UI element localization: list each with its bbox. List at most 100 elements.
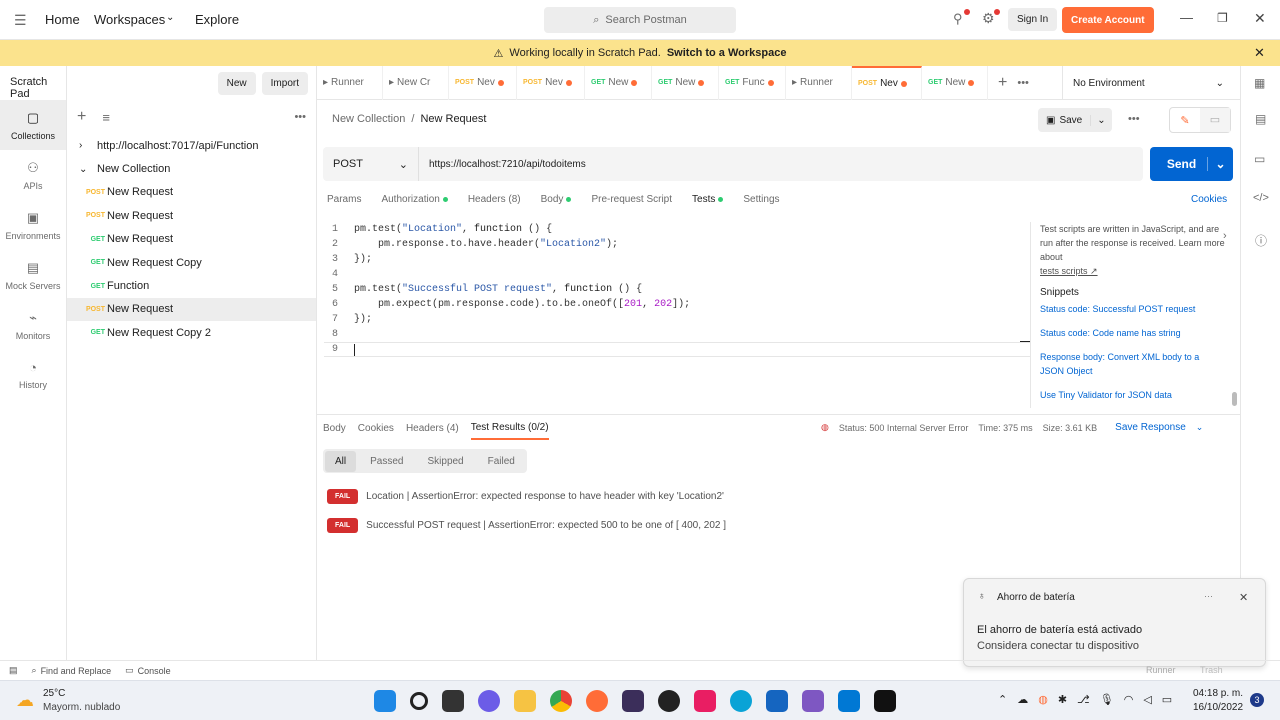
cookies-link[interactable]: Cookies — [1191, 194, 1227, 205]
request-tab[interactable]: ▸ New Cr — [383, 65, 449, 100]
obs-icon[interactable] — [658, 690, 680, 712]
rail-history[interactable]: ◔ History — [0, 350, 66, 400]
environment-select[interactable]: No Environment ⌄ — [1062, 66, 1232, 100]
edit-icon[interactable]: ✎ — [1170, 114, 1200, 127]
console-button[interactable]: Console — [138, 666, 171, 676]
trash-button[interactable]: Trash — [1200, 665, 1223, 675]
clock-time[interactable]: 04:18 p. m. — [1193, 688, 1243, 699]
rail-environments[interactable]: ▣ Environments — [0, 200, 66, 250]
battery-icon[interactable]: ▭ — [1162, 693, 1172, 706]
close-icon[interactable]: ✕ — [1239, 591, 1248, 604]
windows-start-icon[interactable] — [374, 690, 396, 712]
more-icon[interactable]: ••• — [1017, 77, 1029, 89]
request-tab[interactable]: ▸ Runner — [786, 65, 852, 100]
save-response-button[interactable]: Save Response — [1115, 422, 1186, 433]
rail-monitors[interactable]: ⌁ Monitors — [0, 300, 66, 350]
notification-badge[interactable]: 3 — [1250, 693, 1264, 707]
mail-icon[interactable] — [766, 690, 788, 712]
edge-icon[interactable] — [730, 690, 752, 712]
breadcrumb-collection[interactable]: New Collection — [332, 113, 405, 125]
response-tab[interactable]: Test Results (0/2) — [470, 422, 549, 440]
url-input[interactable]: https://localhost:7210/api/todoitems — [419, 159, 586, 170]
request-tab-authorization[interactable]: Authorization — [381, 194, 448, 205]
chat-icon[interactable] — [478, 690, 500, 712]
documentation-icon[interactable]: ▤ — [1255, 112, 1266, 126]
wifi-icon[interactable]: ◠ — [1124, 693, 1134, 706]
close-icon[interactable]: ✕ — [1254, 45, 1265, 61]
filter-icon[interactable]: ≡ — [102, 110, 110, 125]
toggle-sidebar-icon[interactable]: ▤ — [9, 665, 18, 676]
search-icon[interactable] — [410, 692, 428, 710]
create-account-button[interactable]: Create Account — [1062, 7, 1154, 33]
terminal-icon[interactable] — [622, 690, 644, 712]
runner-button[interactable]: Runner — [1146, 665, 1176, 675]
minimize-icon[interactable]: — — [1180, 10, 1193, 25]
add-tab-icon[interactable]: + — [998, 74, 1007, 92]
send-button[interactable]: Send ⌄ — [1150, 147, 1233, 181]
new-button[interactable]: New — [217, 71, 256, 95]
tree-item[interactable]: ⌄ New Collection — [67, 157, 316, 180]
request-tab[interactable]: GET New — [922, 65, 988, 100]
rail-collections[interactable]: ▢ Collections — [0, 100, 66, 150]
switch-workspace-link[interactable]: Switch to a Workspace — [667, 47, 787, 59]
response-tab[interactable]: Cookies — [358, 423, 394, 439]
request-tab[interactable]: POST Nev — [517, 65, 585, 100]
request-tab-body[interactable]: Body — [541, 194, 572, 205]
notification-toast[interactable]: ♁ Ahorro de batería ··· ✕ El ahorro de b… — [963, 578, 1266, 667]
cloud-icon[interactable]: ☁ — [1017, 693, 1028, 706]
chevron-down-icon[interactable]: ⌄ — [1091, 115, 1111, 126]
snipping-tool-icon[interactable] — [694, 690, 716, 712]
vscode-icon[interactable] — [838, 690, 860, 712]
comment-icon[interactable]: ▭ — [1200, 108, 1230, 132]
close-icon[interactable]: ✕ — [1254, 10, 1266, 27]
tests-scripts-link[interactable]: tests scripts ↗ — [1040, 266, 1098, 276]
explore-link[interactable]: Explore — [195, 12, 239, 27]
satellite-icon[interactable]: ⚲ — [953, 11, 963, 27]
request-tab-pre-request-script[interactable]: Pre-request Script — [591, 194, 672, 205]
request-tab-tests[interactable]: Tests — [692, 194, 724, 205]
request-tab-headers-[interactable]: Headers (8) — [468, 194, 521, 205]
postman-icon[interactable] — [586, 690, 608, 712]
filter-failed[interactable]: Failed — [478, 451, 525, 472]
view-toggle[interactable]: ✎ ▭ — [1169, 107, 1231, 133]
save-button[interactable]: ▣ Save ⌄ — [1038, 108, 1112, 132]
menu-icon[interactable]: ☰ — [14, 12, 27, 29]
request-tab[interactable]: GET Func — [719, 65, 786, 100]
add-icon[interactable]: + — [77, 108, 86, 126]
find-replace-button[interactable]: Find and Replace — [41, 666, 112, 676]
response-tab[interactable]: Body — [323, 423, 346, 439]
maximize-icon[interactable]: ❐ — [1217, 11, 1228, 25]
tests-editor[interactable]: 1 pm.test("Location", function () {2 pm.r… — [324, 222, 1030, 408]
tree-item[interactable]: GET Function — [67, 274, 316, 297]
filter-passed[interactable]: Passed — [360, 451, 413, 472]
weather-icon[interactable]: ☁ — [16, 690, 34, 711]
chevron-right-icon[interactable]: › — [79, 140, 97, 151]
request-tab[interactable]: GET New — [652, 65, 719, 100]
request-tab[interactable]: ▸ Runner — [317, 65, 383, 100]
resize-handle[interactable] — [1020, 341, 1030, 342]
chrome-icon[interactable] — [550, 690, 572, 712]
tree-item[interactable]: GET New Request Copy 2 — [67, 321, 316, 344]
usb-icon[interactable]: ⎇ — [1077, 693, 1090, 706]
more-icon[interactable]: ··· — [1204, 591, 1213, 601]
clock-date[interactable]: 16/10/2022 — [1193, 702, 1243, 713]
snippet-link[interactable]: Status code: Code name has string — [1040, 326, 1225, 340]
workspaces-menu[interactable]: Workspaces — [94, 12, 165, 27]
tree-item[interactable]: GET New Request — [67, 228, 316, 251]
tree-item[interactable]: › http://localhost:7017/api/Function — [67, 134, 316, 157]
response-tab[interactable]: Headers (4) — [406, 423, 459, 439]
scrollbar[interactable] — [1232, 392, 1237, 406]
method-select[interactable]: POST ⌄ — [323, 147, 419, 181]
tree-item[interactable]: GET New Request Copy — [67, 251, 316, 274]
snippet-link[interactable]: Use Tiny Validator for JSON data — [1040, 388, 1225, 402]
postman-tray-icon[interactable]: ◍ — [1038, 693, 1048, 706]
snippet-link[interactable]: Status code: Successful POST request — [1040, 302, 1225, 316]
rail-mock-servers[interactable]: ▤ Mock Servers — [0, 250, 66, 300]
filter-skipped[interactable]: Skipped — [417, 451, 473, 472]
chevron-down-icon[interactable]: ⌄ — [1196, 422, 1204, 433]
filter-all[interactable]: All — [325, 450, 357, 472]
environment-quicklook-icon[interactable]: ▦ — [1254, 76, 1265, 90]
more-icon[interactable]: ••• — [1128, 113, 1140, 125]
request-tab[interactable]: GET New — [585, 65, 652, 100]
rail-apis[interactable]: ⚇ APIs — [0, 150, 66, 200]
